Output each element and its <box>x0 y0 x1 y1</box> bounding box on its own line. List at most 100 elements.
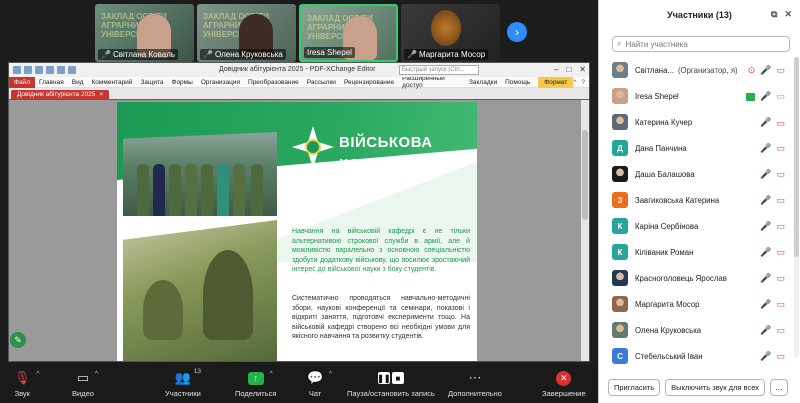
redo-icon[interactable] <box>68 66 76 74</box>
mic-off-icon[interactable]: 🎤 <box>760 169 771 179</box>
video-off-icon[interactable]: ▭ <box>776 169 785 179</box>
close-tab-icon[interactable]: × <box>99 91 103 98</box>
video-icon[interactable]: ▭ <box>776 91 785 102</box>
video-off-icon[interactable]: ▭ <box>776 143 785 153</box>
mic-off-icon[interactable]: 🎤 <box>760 273 771 283</box>
audio-button[interactable]: 🎙 ^ Звук <box>14 370 40 398</box>
ribbon-tab[interactable]: Организация <box>197 79 244 86</box>
video-thumbnail[interactable]: ЗАКЛАД ОСВІТИ АГРАРНИЙ УНІВЕРСИТЕТ 🎤 Олен… <box>197 4 296 62</box>
ribbon-format-tab[interactable]: Формат <box>538 76 574 88</box>
mic-off-icon[interactable]: 🎤 <box>760 65 771 75</box>
video-off-icon[interactable]: ▭ <box>776 221 785 231</box>
participant-search-input[interactable]: ⌕ Найти участника <box>612 36 790 52</box>
folder-icon[interactable] <box>13 66 21 74</box>
video-off-icon[interactable]: ▭ <box>776 299 785 309</box>
participants-button[interactable]: 👥 13 Участники <box>165 368 201 398</box>
chat-button[interactable]: 💬 ^ Чат <box>307 370 332 398</box>
video-thumbnail-active-speaker[interactable]: ЗАКЛАД ОСВІТИ АГРАРНИЙ УНІВЕРСИТЕТ Iresa… <box>299 4 398 62</box>
paragraph-intro: Навчання на військовій кафедрі є не тіль… <box>292 228 470 273</box>
mic-off-icon[interactable]: 🎤 <box>760 351 771 361</box>
print-icon[interactable] <box>35 66 43 74</box>
ribbon-tab[interactable]: Формы <box>168 79 197 86</box>
pencil-icon[interactable]: ✎ <box>10 332 26 348</box>
more-options-button[interactable]: … <box>769 378 788 396</box>
ribbon-tab[interactable]: Главная <box>35 79 68 86</box>
close-icon[interactable]: ✕ <box>579 65 586 74</box>
video-off-icon[interactable]: ▭ <box>776 195 785 205</box>
mic-off-icon[interactable]: 🎤 <box>760 143 771 153</box>
help-icon[interactable]: ? <box>581 79 585 86</box>
next-page-arrow-icon[interactable]: › <box>507 22 527 42</box>
mic-off-icon[interactable]: 🎤 <box>760 247 771 257</box>
participant-row[interactable]: Iresa Shepel 🎤 ▭ <box>599 83 793 109</box>
participant-row[interactable]: С Стебельський Іван 🎤 ▭ <box>599 343 793 369</box>
ribbon-tab[interactable]: Закладки <box>465 79 501 86</box>
close-icon[interactable]: ✕ <box>784 9 792 20</box>
ribbon-tab[interactable]: Вид <box>68 79 88 86</box>
undo-icon[interactable] <box>57 66 65 74</box>
mic-off-icon[interactable]: 🎤 <box>760 299 771 309</box>
video-off-icon[interactable]: ▭ <box>776 273 785 283</box>
chevron-up-icon[interactable]: ^ <box>329 371 332 378</box>
thumbnail-name-label: 🎤 Олена Круковська <box>200 49 286 60</box>
record-control-button[interactable]: ❚❚ ■ Пауза/остановить запись <box>347 370 435 398</box>
ribbon-tab[interactable]: Рассылки <box>303 79 340 86</box>
mail-icon[interactable] <box>46 66 54 74</box>
chevron-up-icon[interactable]: ^ <box>269 371 272 378</box>
participant-row[interactable]: Світлана... (Организатор, я) ⊙ 🎤 ▭ <box>599 57 793 83</box>
thumbnail-name: Iresa Shepel <box>307 48 352 57</box>
mic-icon[interactable]: 🎤 <box>760 91 771 102</box>
video-off-icon[interactable]: ▭ <box>776 65 785 75</box>
ribbon-file-tab[interactable]: Файл <box>9 76 35 88</box>
ribbon-tab[interactable]: Расширенный доступ <box>398 75 465 89</box>
video-thumbnail[interactable]: 🎤 Маргарита Мосор <box>401 4 500 62</box>
participant-row[interactable]: К Каріна Сербінова 🎤 ▭ <box>599 213 793 239</box>
maximize-icon[interactable]: □ <box>566 65 571 74</box>
document-tab[interactable]: Довідник абітурієнта 2025 × <box>11 90 110 99</box>
vertical-scrollbar[interactable] <box>581 100 589 361</box>
more-button[interactable]: ⋯ Дополнительно <box>448 370 502 398</box>
participant-name: Стебельський Іван <box>635 351 703 361</box>
mute-all-button[interactable]: Выключить звук для всех <box>665 378 765 396</box>
participant-status-icons: 🎤 ▭ <box>760 299 785 309</box>
mic-icon[interactable]: 🎤 <box>760 117 771 128</box>
document-viewport[interactable]: ВІЙСЬКОВА КАФЕДРА Навчання на військовій… <box>9 100 589 361</box>
ribbon-tab[interactable]: Преобразование <box>244 79 303 86</box>
share-screen-button[interactable]: ↑ ^ Поделиться <box>235 370 276 398</box>
video-off-icon[interactable]: ▭ <box>776 351 785 361</box>
save-icon[interactable] <box>24 66 32 74</box>
participant-row[interactable]: Катерина Кучер 🎤 ▭ <box>599 109 793 135</box>
participant-row[interactable]: Красноголовець Ярослав 🎤 ▭ <box>599 265 793 291</box>
participant-row[interactable]: Маргарита Мосор 🎤 ▭ <box>599 291 793 317</box>
participant-row[interactable]: Даша Балашова 🎤 ▭ <box>599 161 793 187</box>
ribbon-tab[interactable]: Рецензирование <box>340 79 398 86</box>
video-thumbnail[interactable]: ЗАКЛАД ОСВІТИ АГРАРНИЙ УНІВЕРСИТЕТ 🎤 Світ… <box>95 4 194 62</box>
avatar-photo <box>612 62 628 78</box>
mic-off-icon[interactable]: 🎤 <box>760 195 771 205</box>
chevron-up-icon[interactable]: ^ <box>36 371 39 378</box>
ribbon-tab[interactable]: Защита <box>136 79 167 86</box>
mic-off-icon[interactable]: 🎤 <box>760 325 771 335</box>
video-button[interactable]: ▭ ^ Видео <box>72 370 98 398</box>
minimize-icon[interactable]: – <box>554 65 558 74</box>
scrollbar-thumb[interactable] <box>794 57 799 257</box>
participant-row[interactable]: Олена Круковська 🎤 ▭ <box>599 317 793 343</box>
invite-button[interactable]: Пригласить <box>608 378 661 396</box>
participant-row[interactable]: К Кіліваник Роман 🎤 ▭ <box>599 239 793 265</box>
video-off-icon[interactable]: ▭ <box>776 118 785 128</box>
mic-off-icon[interactable]: 🎤 <box>760 221 771 231</box>
participant-row[interactable]: Д Дана Панчина 🎤 ▭ <box>599 135 793 161</box>
ribbon-tab[interactable]: Помощь <box>501 79 534 86</box>
scrollbar-thumb[interactable] <box>582 130 588 220</box>
video-off-icon[interactable]: ▭ <box>776 247 785 257</box>
end-meeting-button[interactable]: ✕ Завершение <box>542 370 586 398</box>
panel-scrollbar[interactable] <box>794 57 799 357</box>
participant-name: Світлана... <box>635 65 674 75</box>
chevron-up-icon[interactable]: ^ <box>573 79 576 86</box>
popout-icon[interactable]: ⧉ <box>771 9 777 20</box>
chevron-up-icon[interactable]: ^ <box>95 371 98 378</box>
participant-row[interactable]: З Завгиковська Катерина 🎤 ▭ <box>599 187 793 213</box>
ribbon-tab[interactable]: Комментарий <box>88 79 137 86</box>
quick-launch-search[interactable]: Быстрый запуск (Ctrl... <box>399 65 479 75</box>
video-off-icon[interactable]: ▭ <box>776 325 785 335</box>
